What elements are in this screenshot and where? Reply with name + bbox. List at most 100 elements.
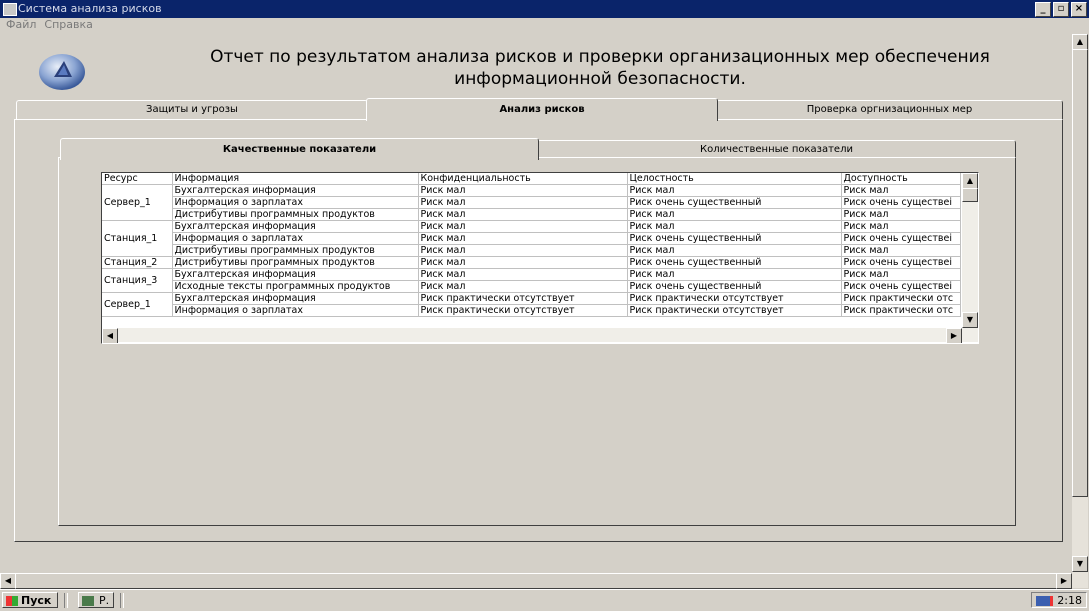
resource-cell: Станция_3: [102, 268, 173, 293]
availability-cell: Риск очень существеі: [841, 256, 961, 269]
col-confidentiality[interactable]: Конфиденциальность: [418, 173, 628, 185]
menu-bar: Файл Справка: [0, 18, 1070, 32]
window-title: Система анализа рисков: [18, 2, 162, 15]
clock: 2:18: [1057, 594, 1082, 607]
availability-cell: Риск мал: [841, 244, 961, 257]
table-row[interactable]: Дистрибутивы программных продуктов Риск м…: [102, 208, 961, 221]
title-bar: Система анализа рисков _ ▫ ×: [0, 0, 1089, 18]
tab-threats[interactable]: Защиты и угрозы: [16, 100, 368, 119]
table-row[interactable]: Станция_3 Бухгалтерская информация Риск ма…: [102, 268, 961, 293]
table-row[interactable]: Сервер_1 Бухгалтерская информация Риск пра…: [102, 292, 961, 317]
app-logo-icon: [39, 54, 85, 90]
confidentiality-cell: Риск мал: [418, 184, 628, 197]
confidentiality-cell: Риск мал: [418, 268, 628, 281]
scroll-up-icon[interactable]: ▲: [962, 173, 978, 189]
col-availability[interactable]: Доступность: [841, 173, 961, 185]
table-row[interactable]: Информация о зарплатах Риск мал Риск очень…: [102, 232, 961, 245]
information-cell: Исходные тексты программных продуктов: [172, 280, 419, 293]
confidentiality-cell: Риск практически отсутствует: [418, 304, 628, 317]
grid-horizontal-scrollbar[interactable]: ◀ ▶: [102, 328, 978, 343]
integrity-cell: Риск очень существенный: [627, 196, 842, 209]
availability-cell: Риск очень существеі: [841, 196, 961, 209]
task-label: Р.: [99, 594, 110, 607]
integrity-cell: Риск практически отсутствует: [627, 292, 842, 305]
windows-flag-icon: [6, 596, 18, 606]
confidentiality-cell: Риск мал: [418, 256, 628, 269]
scroll-left-icon[interactable]: ◀: [102, 328, 118, 343]
risk-grid[interactable]: Ресурс Информация Конфиденциальность Цел…: [101, 172, 979, 344]
col-information[interactable]: Информация: [172, 173, 419, 185]
tab-risk-analysis[interactable]: Анализ рисков: [366, 98, 718, 121]
integrity-cell: Риск очень существенный: [627, 232, 842, 245]
minimize-button[interactable]: _: [1035, 2, 1051, 17]
grid-vertical-scrollbar[interactable]: ▲ ▼: [962, 173, 978, 328]
system-tray: 2:18: [1031, 592, 1087, 608]
table-row[interactable]: Станция_1 Бухгалтерская информация Риск ма…: [102, 220, 961, 257]
window-scroll-up-icon[interactable]: ▲: [1072, 34, 1088, 50]
maximize-button[interactable]: ▫: [1053, 2, 1069, 17]
integrity-cell: Риск практически отсутствует: [627, 304, 842, 317]
window-vscroll-thumb[interactable]: [1072, 49, 1088, 497]
close-button[interactable]: ×: [1071, 2, 1087, 17]
table-row[interactable]: Станция_2 Дистрибутивы программных продук…: [102, 256, 961, 269]
scroll-right-icon[interactable]: ▶: [946, 328, 962, 343]
col-resource[interactable]: Ресурс: [102, 173, 173, 185]
information-cell: Бухгалтерская информация: [172, 292, 419, 305]
taskbar: Пуск Р. 2:18: [0, 589, 1089, 611]
taskbar-separator: [64, 593, 68, 608]
integrity-cell: Риск мал: [627, 184, 842, 197]
window-scroll-left-icon[interactable]: ◀: [0, 573, 16, 589]
app-icon: [3, 3, 17, 16]
confidentiality-cell: Риск практически отсутствует: [418, 292, 628, 305]
report-title: Отчет по результатом анализа рисков и пр…: [210, 47, 990, 89]
resource-cell: Сервер_1: [102, 184, 173, 221]
information-cell: Бухгалтерская информация: [172, 220, 419, 233]
availability-cell: Риск мал: [841, 220, 961, 233]
tab-qualitative[interactable]: Качественные показатели: [60, 138, 539, 160]
availability-cell: Риск очень существеі: [841, 280, 961, 293]
information-cell: Информация о зарплатах: [172, 232, 419, 245]
integrity-cell: Риск мал: [627, 220, 842, 233]
information-cell: Дистрибутивы программных продуктов: [172, 208, 419, 221]
start-label: Пуск: [21, 594, 52, 607]
tab-org-measures[interactable]: Проверка оргнизационных мер: [716, 100, 1063, 119]
taskbar-app-button[interactable]: Р.: [78, 592, 114, 608]
table-row[interactable]: Информация о зарплатах Риск практически о…: [102, 304, 961, 317]
resource-cell: Станция_1: [102, 220, 173, 257]
app-task-icon: [82, 596, 94, 606]
availability-cell: Риск практически отс: [841, 304, 961, 317]
integrity-cell: Риск очень существенный: [627, 256, 842, 269]
scroll-down-icon[interactable]: ▼: [962, 312, 978, 328]
table-row[interactable]: Информация о зарплатах Риск мал Риск очень…: [102, 196, 961, 209]
window-horizontal-scrollbar[interactable]: ◀ ▶: [0, 573, 1072, 589]
confidentiality-cell: Риск мал: [418, 232, 628, 245]
grid-vscroll-thumb[interactable]: [962, 188, 978, 202]
window-vertical-scrollbar[interactable]: ▲ ▼: [1072, 34, 1088, 588]
integrity-cell: Риск мал: [627, 268, 842, 281]
table-row[interactable]: Дистрибутивы программных продуктов Риск м…: [102, 244, 961, 257]
menu-file[interactable]: Файл: [6, 18, 36, 31]
menu-help[interactable]: Справка: [44, 18, 92, 31]
window-scroll-down-icon[interactable]: ▼: [1072, 556, 1088, 572]
table-row[interactable]: Сервер_1 Бухгалтерская информация Риск мал…: [102, 184, 961, 221]
information-cell: Информация о зарплатах: [172, 196, 419, 209]
availability-cell: Риск мал: [841, 184, 961, 197]
table-row[interactable]: Исходные тексты программных продуктов Рис…: [102, 280, 961, 293]
integrity-cell: Риск мал: [627, 208, 842, 221]
availability-cell: Риск мал: [841, 208, 961, 221]
confidentiality-cell: Риск мал: [418, 220, 628, 233]
network-icon[interactable]: [1036, 596, 1053, 606]
table-header-row: Ресурс Информация Конфиденциальность Цел…: [102, 173, 961, 185]
window-scroll-right-icon[interactable]: ▶: [1056, 573, 1072, 589]
integrity-cell: Риск очень существенный: [627, 280, 842, 293]
availability-cell: Риск очень существеі: [841, 232, 961, 245]
start-button[interactable]: Пуск: [2, 592, 58, 608]
window-hscroll-thumb[interactable]: [15, 573, 1057, 589]
information-cell: Информация о зарплатах: [172, 304, 419, 317]
col-integrity[interactable]: Целостность: [627, 173, 842, 185]
resource-cell: Станция_2: [102, 256, 173, 269]
resource-cell: Сервер_1: [102, 292, 173, 317]
confidentiality-cell: Риск мал: [418, 196, 628, 209]
information-cell: Дистрибутивы программных продуктов: [172, 244, 419, 257]
information-cell: Дистрибутивы программных продуктов: [172, 256, 419, 269]
